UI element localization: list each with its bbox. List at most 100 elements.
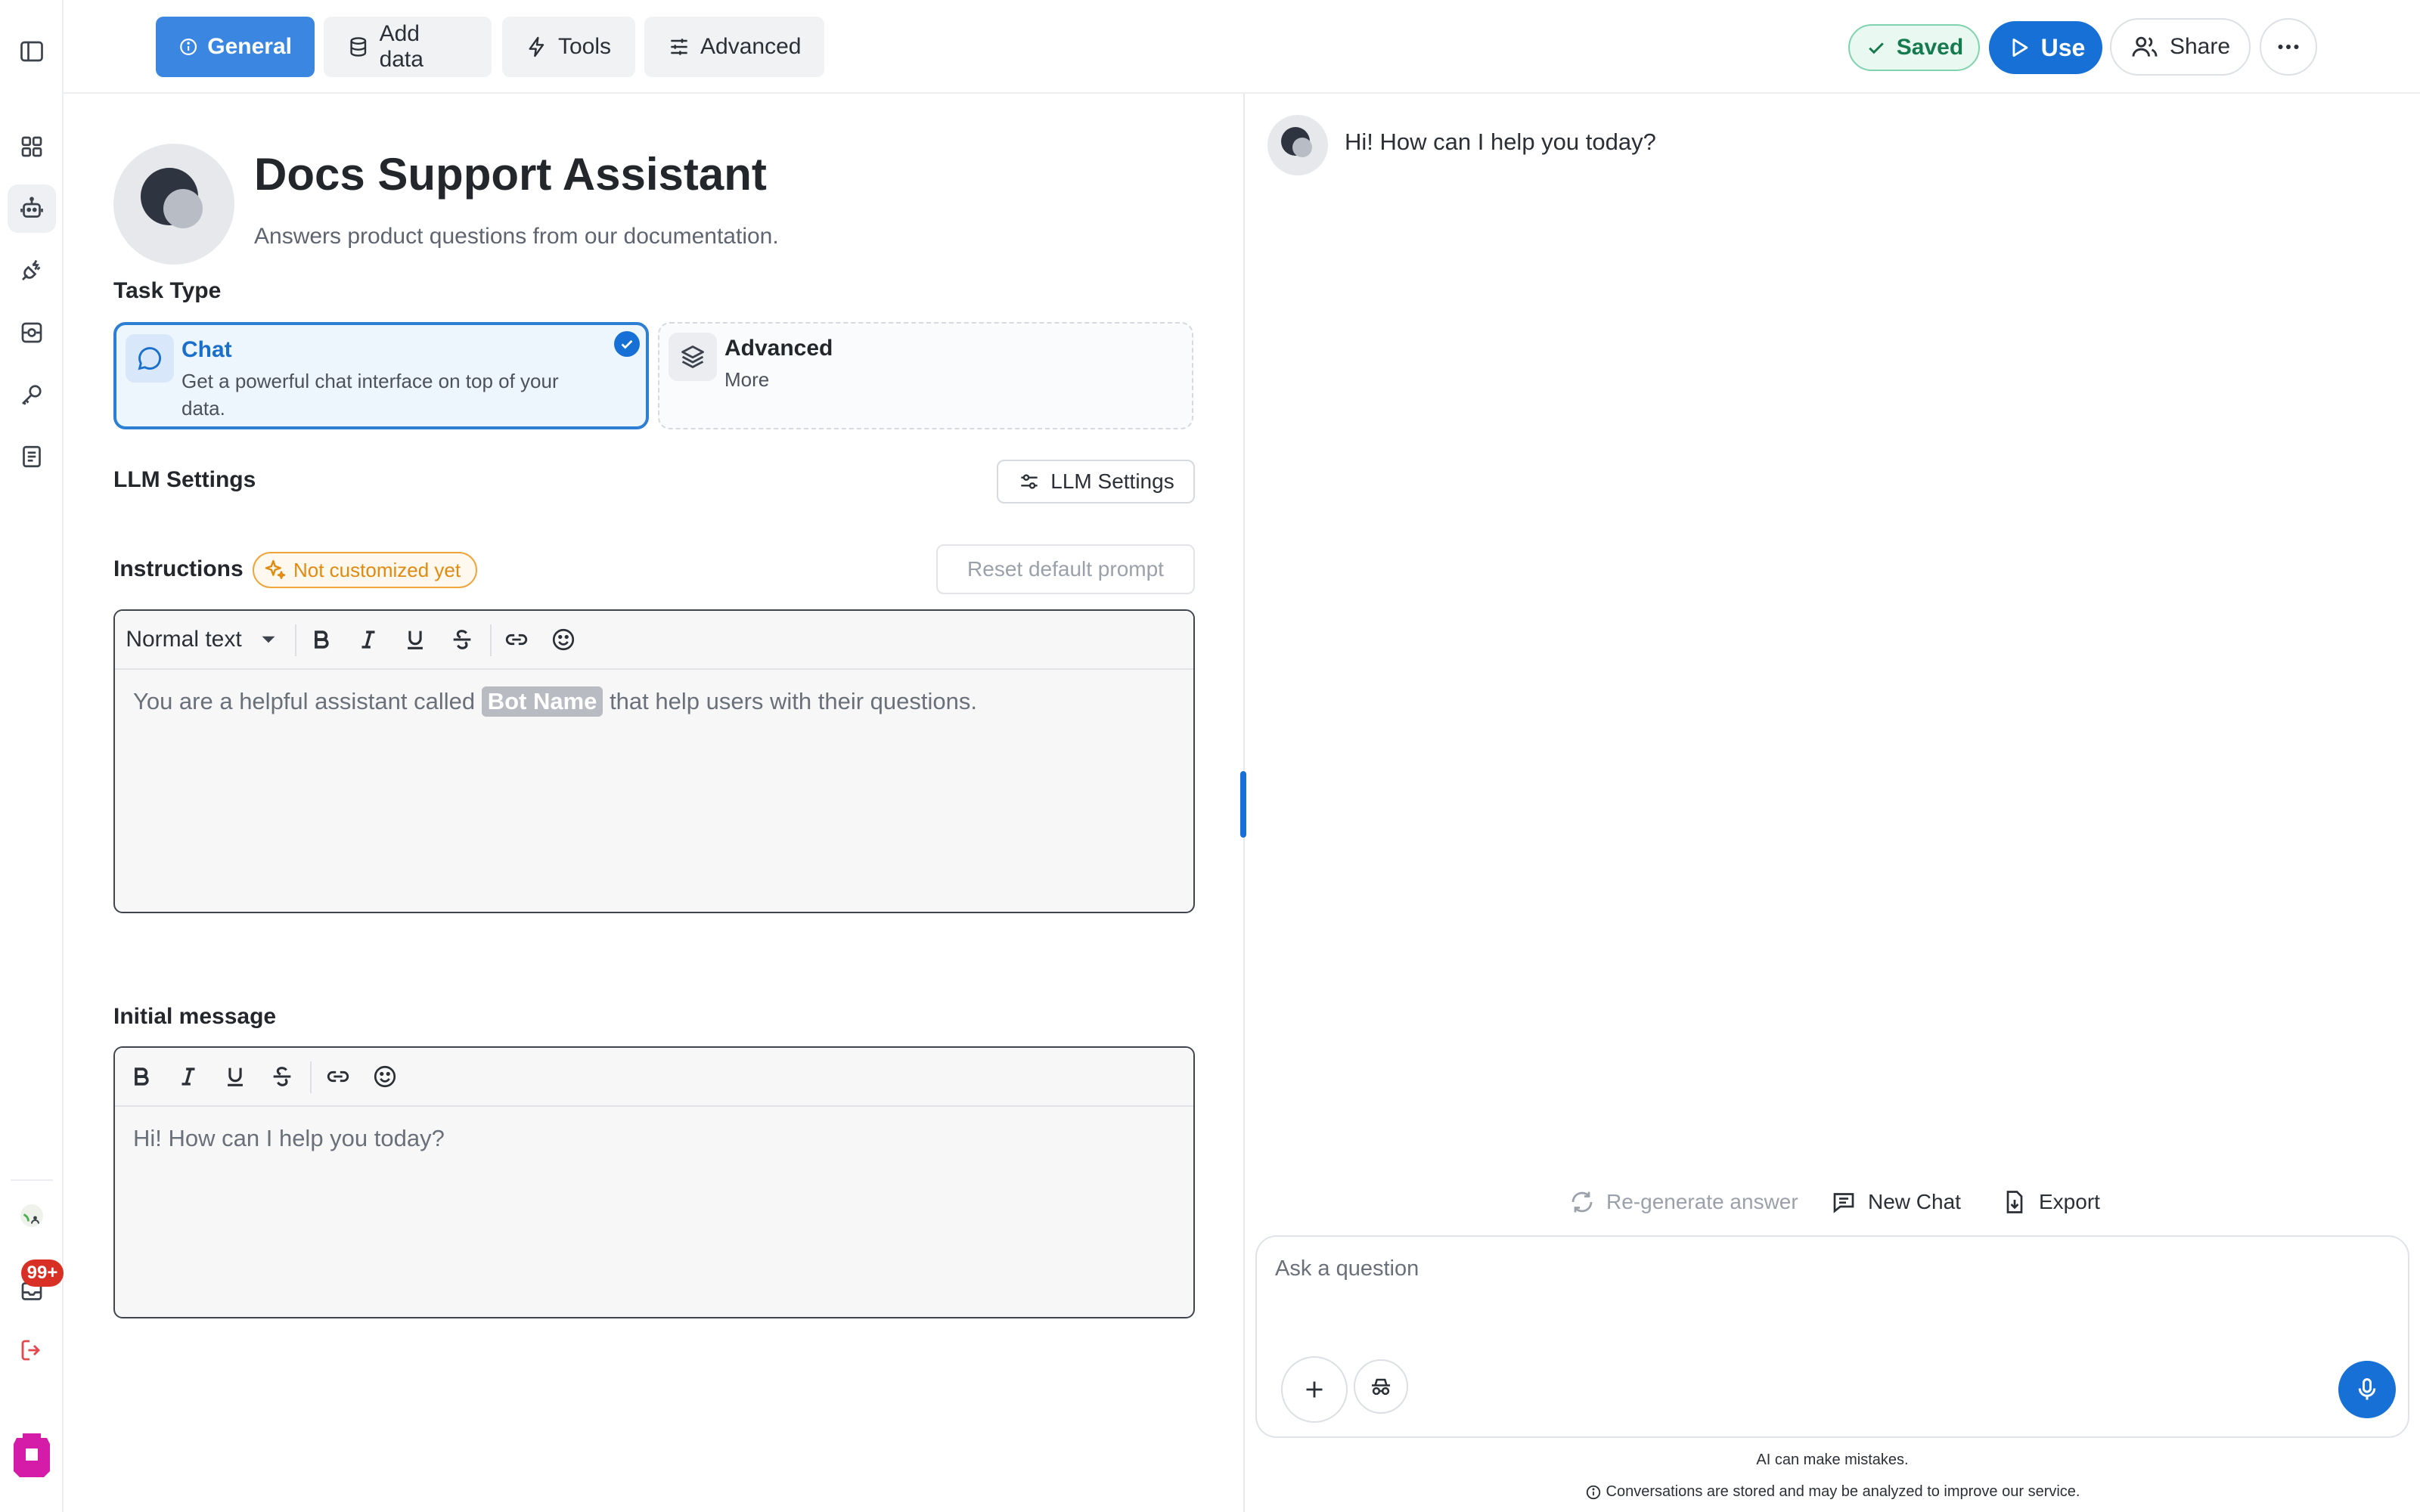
llm-settings-button[interactable]: LLM Settings [997, 460, 1195, 503]
plug-icon [22, 259, 41, 280]
task-advanced-name: Advanced [724, 336, 833, 361]
layers-icon [681, 345, 704, 368]
link-icon [505, 634, 528, 646]
chat-bubble-icon [138, 347, 161, 370]
tab-tools[interactable]: Tools [502, 17, 635, 77]
text-format-select[interactable]: Normal text [124, 621, 283, 658]
share-button[interactable]: Share [2110, 18, 2251, 76]
bot-avatar-icon [1281, 127, 1312, 157]
bot-name[interactable]: Docs Support Assistant [254, 148, 767, 200]
regenerate-label: Re-generate answer [1606, 1190, 1798, 1213]
task-chat-icon-box [126, 334, 174, 383]
link-button[interactable] [321, 1058, 355, 1095]
strikethrough-icon [453, 630, 471, 649]
saved-label: Saved [1896, 35, 1964, 60]
italic-button[interactable] [171, 1058, 206, 1095]
ask-question-input[interactable]: Ask a question [1275, 1256, 1419, 1281]
more-options-button[interactable] [2260, 18, 2317, 76]
variable-chip[interactable]: Bot Name [481, 686, 603, 717]
task-type-advanced-card[interactable]: Advanced More [658, 322, 1193, 429]
strikethrough-button[interactable] [265, 1058, 299, 1095]
instructions-text-before: You are a helpful assistant called [133, 688, 476, 714]
emoji-button[interactable] [546, 621, 581, 658]
saved-status-badge: Saved [1848, 24, 1980, 71]
logout-icon [21, 1340, 41, 1361]
info-icon [1586, 1485, 1600, 1499]
rail-dashboard-button[interactable] [8, 122, 56, 171]
instructions-toolbar: Normal text [115, 611, 1193, 670]
instructions-editor[interactable]: Normal text You are a helpful assistant … [113, 609, 1195, 913]
tab-label: Advanced [700, 34, 802, 59]
tab-general[interactable]: General [156, 17, 315, 77]
incognito-button[interactable] [1354, 1359, 1408, 1414]
bold-button[interactable] [304, 621, 339, 658]
chat-preview-panel: Hi! How can I help you today? Re-generat… [1245, 94, 2420, 1512]
initial-message-editor[interactable]: Hi! How can I help you today? [113, 1046, 1195, 1318]
new-chat-button[interactable]: New Chat [1830, 1182, 1961, 1222]
task-advanced-description: More [724, 368, 770, 391]
rail-api-keys-button[interactable] [8, 370, 56, 419]
rail-scan-button[interactable] [8, 308, 56, 357]
italic-button[interactable] [351, 621, 386, 658]
bot-greeting-message: Hi! How can I help you today? [1345, 129, 1656, 155]
grid-icon [21, 136, 42, 157]
strikethrough-button[interactable] [445, 621, 479, 658]
regenerate-answer-button[interactable]: Re-generate answer [1568, 1182, 1798, 1222]
left-rail: 99+ [0, 0, 64, 1512]
rail-workspace-avatar[interactable] [8, 1191, 56, 1240]
underline-button[interactable] [218, 1058, 253, 1095]
reset-default-prompt-button[interactable]: Reset default prompt [936, 544, 1195, 594]
initial-message-text[interactable]: Hi! How can I help you today? [133, 1125, 445, 1152]
key-icon [22, 385, 42, 405]
tab-label: Add data [379, 21, 424, 72]
bolt-icon [529, 36, 544, 57]
bot-avatar-icon [141, 168, 203, 228]
rail-docs-button[interactable] [8, 432, 56, 481]
rail-bots-button[interactable] [8, 184, 56, 233]
database-icon [350, 37, 367, 57]
bot-avatar[interactable] [113, 144, 234, 265]
instructions-text-after: that help users with their questions. [610, 688, 977, 714]
toggle-sidebar-button[interactable] [8, 27, 56, 76]
sparkle-icon [265, 559, 286, 579]
check-icon [1868, 42, 1884, 54]
new-chat-icon [1833, 1193, 1854, 1213]
rail-integrations-button[interactable] [8, 246, 56, 295]
rail-logout-button[interactable] [8, 1326, 56, 1374]
underline-button[interactable] [398, 621, 433, 658]
link-button[interactable] [499, 621, 534, 658]
bold-button[interactable] [124, 1058, 159, 1095]
share-label: Share [2169, 34, 2231, 59]
notifications-badge: 99+ [21, 1259, 64, 1287]
bot-description[interactable]: Answers product questions from our docum… [254, 224, 779, 249]
incognito-icon [1372, 1378, 1390, 1396]
plus-icon [1306, 1381, 1323, 1398]
tab-add-data[interactable]: Add data [324, 17, 492, 77]
emoji-button[interactable] [368, 1058, 402, 1095]
use-button[interactable]: Use [1989, 21, 2102, 74]
export-button[interactable]: Export [2001, 1182, 2100, 1222]
voice-input-button[interactable] [2338, 1361, 2396, 1418]
use-label: Use [2040, 33, 2086, 61]
privacy-notice-text: Conversations are stored and may be anal… [1606, 1483, 2080, 1500]
task-type-chat-card[interactable]: Chat Get a powerful chat interface on to… [113, 322, 649, 429]
export-icon [2006, 1191, 2023, 1213]
instructions-text[interactable]: You are a helpful assistant called Bot N… [133, 686, 977, 717]
chat-composer[interactable]: Ask a question [1255, 1235, 2409, 1438]
caret-down-icon [262, 636, 275, 643]
top-bar: General Add data Tools Advanced Saved Us… [64, 0, 2420, 94]
selected-check-icon [614, 331, 640, 357]
rail-divider [11, 1179, 53, 1181]
brand-logo-icon [14, 1433, 50, 1477]
attach-button[interactable] [1281, 1356, 1348, 1423]
bot-icon [20, 197, 43, 218]
tab-advanced[interactable]: Advanced [644, 17, 824, 77]
link-icon [327, 1070, 349, 1083]
play-icon [2012, 38, 2028, 57]
status-badge-label: Not customized yet [293, 558, 461, 581]
privacy-notice: Conversations are stored and may be anal… [1245, 1483, 2420, 1501]
task-advanced-icon-box [669, 333, 717, 381]
users-icon [2132, 36, 2158, 57]
llm-settings-label: LLM Settings [113, 467, 256, 492]
instructions-status-badge: Not customized yet [253, 552, 478, 588]
